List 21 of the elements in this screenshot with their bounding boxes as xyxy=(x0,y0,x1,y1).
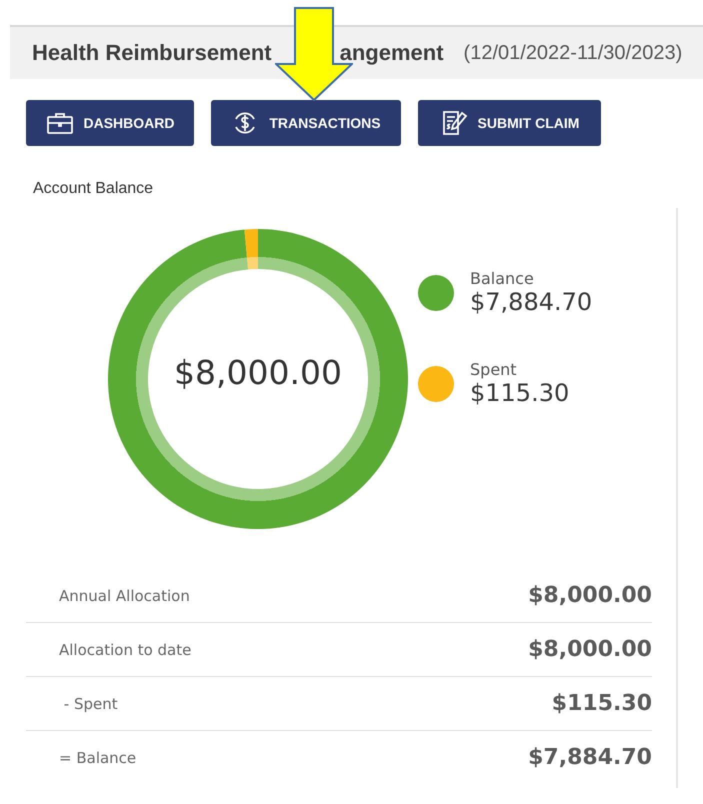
summary-amount: $115.30 xyxy=(552,691,652,716)
period-text: (12/01/2022-11/30/2023) xyxy=(464,42,682,64)
legend-amount: $7,884.70 xyxy=(470,288,592,316)
summary-amount: $7,884.70 xyxy=(528,745,652,770)
briefcase-icon xyxy=(46,111,74,135)
legend-label: Balance xyxy=(470,269,535,288)
page-title: angement xyxy=(340,40,444,66)
summary-label: = Balance xyxy=(59,748,136,766)
summary-label: - Spent xyxy=(62,694,118,712)
nav-button[interactable]: DASHBOARD xyxy=(26,100,194,146)
summary-amount: $8,000.00 xyxy=(528,637,652,662)
summary-label: Allocation to date xyxy=(59,640,192,658)
nav-button[interactable]: SUBMIT CLAIM xyxy=(418,100,601,146)
summary-amount: $8,000.00 xyxy=(528,583,652,608)
summary-label: Annual Allocation xyxy=(59,586,190,604)
legend-label: Spent xyxy=(470,360,518,379)
nav-button[interactable]: TRANSACTIONS xyxy=(211,100,401,146)
page-title: Health Reimbursement xyxy=(32,40,272,66)
section-title: Account Balance xyxy=(33,180,154,198)
total-amount: $8,000.00 xyxy=(173,353,343,392)
legend-amount: $115.30 xyxy=(470,379,570,407)
